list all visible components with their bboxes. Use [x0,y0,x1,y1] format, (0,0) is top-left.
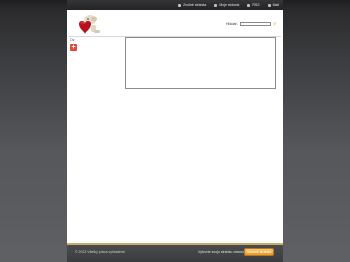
footer-cta-text[interactable]: Vytvorte svoju stránku zdarma [198,250,245,254]
star-icon [178,3,182,7]
nav-link-star[interactable]: Zvoľné stránka [178,3,206,7]
top-nav-bar: Zvoľné stránka Moje stránok RSS Mail [67,0,283,10]
nav-link-rss[interactable]: RSS [247,3,260,7]
footer: © 2013 Všetky práva vyhradené Vytvorte s… [67,245,283,262]
nav-link-mail[interactable]: Mail [267,3,279,7]
left-background [0,0,67,262]
user-icon [214,3,218,7]
main-content-frame [125,37,276,89]
magnifier-icon[interactable]: ⚲ [273,22,277,26]
page-container: Zvoľné stránka Moje stránok RSS Mail Hľa… [67,0,283,262]
search-input[interactable] [239,22,271,26]
create-site-button[interactable]: Vytvoriť stránku [244,248,274,256]
nav-link-label: RSS [252,3,260,7]
site-logo[interactable] [74,12,102,36]
nav-link-label: Moje stránok [219,3,240,7]
right-background [283,0,350,262]
rss-icon [247,3,251,7]
search-box: Hľadať: ⚲ [226,22,277,26]
nav-link-label: Mail [272,3,279,7]
sidebar-title: Ov [70,38,75,42]
nav-link-user[interactable]: Moje stránok [214,3,239,7]
footer-copyright: © 2013 Všetky práva vyhradené [75,250,125,254]
search-label: Hľadať: [226,22,238,26]
nav-link-label: Zvoľné stránka [183,3,207,7]
mail-icon [267,3,271,7]
plus-icon[interactable]: + [70,44,77,51]
